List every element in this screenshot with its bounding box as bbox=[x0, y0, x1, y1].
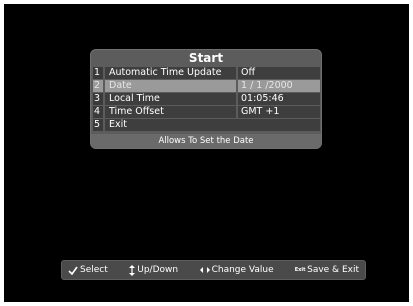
row-value: 01:05:46 bbox=[238, 93, 320, 105]
checkmark-icon bbox=[68, 266, 78, 275]
hint-updown-label: Up/Down bbox=[137, 265, 179, 275]
row-label: Exit bbox=[105, 119, 320, 131]
row-value: Off bbox=[238, 67, 320, 79]
menu-row-local-time[interactable]: 3 Local Time 01:05:46 bbox=[93, 93, 320, 105]
hint-change-value: Change Value bbox=[199, 265, 274, 275]
row-value: 1 / 1 /2000 bbox=[238, 80, 320, 92]
left-right-arrows-icon bbox=[199, 267, 210, 273]
row-number: 4 bbox=[93, 106, 103, 118]
hint-select: Select bbox=[68, 265, 108, 275]
row-number: 2 bbox=[93, 80, 103, 92]
row-value: GMT +1 bbox=[238, 106, 320, 118]
row-number: 1 bbox=[93, 67, 103, 79]
hint-change-value-label: Change Value bbox=[211, 265, 274, 275]
menu-row-date[interactable]: 2 Date 1 / 1 /2000 bbox=[93, 80, 320, 92]
row-label: Time Offset bbox=[105, 106, 236, 118]
row-label: Date bbox=[105, 80, 236, 92]
exit-key-icon: Exit bbox=[294, 266, 306, 273]
help-text: Allows To Set the Date bbox=[91, 134, 321, 148]
menu-row-automatic-time-update[interactable]: 1 Automatic Time Update Off bbox=[93, 67, 320, 79]
row-number: 5 bbox=[93, 119, 103, 131]
tv-screen: Start 1 Automatic Time Update Off 2 Date… bbox=[4, 4, 409, 302]
menu-row-time-offset[interactable]: 4 Time Offset GMT +1 bbox=[93, 106, 320, 118]
hint-save-exit: Exit Save & Exit bbox=[295, 265, 359, 275]
menu-rows: 1 Automatic Time Update Off 2 Date 1 / 1… bbox=[93, 67, 320, 132]
time-settings-menu: Start 1 Automatic Time Update Off 2 Date… bbox=[90, 49, 322, 149]
up-down-arrows-icon bbox=[129, 264, 136, 276]
key-hint-bar: Select Up/Down Change Value Exit Save & … bbox=[61, 260, 366, 280]
row-label: Local Time bbox=[105, 93, 236, 105]
row-number: 3 bbox=[93, 93, 103, 105]
menu-row-exit[interactable]: 5 Exit bbox=[93, 119, 320, 131]
hint-updown: Up/Down bbox=[129, 264, 179, 276]
menu-title: Start bbox=[91, 50, 321, 66]
hint-save-exit-label: Save & Exit bbox=[307, 265, 359, 275]
row-label: Automatic Time Update bbox=[105, 67, 236, 79]
hint-select-label: Select bbox=[80, 265, 108, 275]
